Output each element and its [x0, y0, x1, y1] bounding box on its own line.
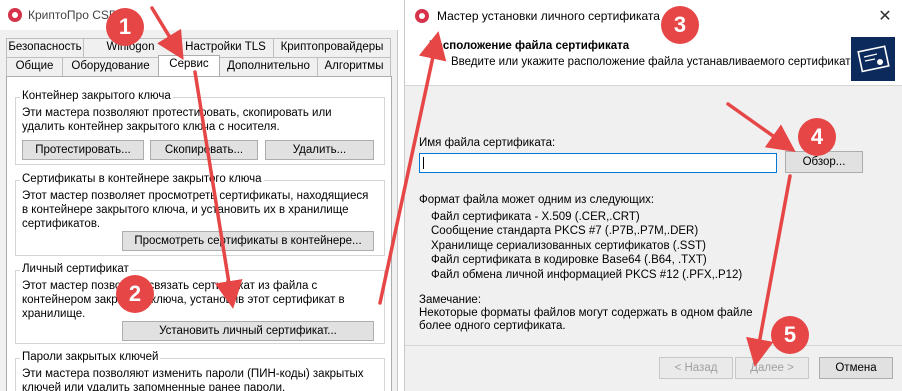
- format-item: Файл сертификата в кодировке Base64 (.B6…: [431, 254, 707, 266]
- close-icon[interactable]: ✕: [875, 6, 895, 26]
- group-title: Сертификаты в контейнере закрытого ключа: [20, 173, 264, 185]
- format-item: Хранилище сериализованных сертификатов (…: [431, 240, 706, 252]
- group-title: Пароли закрытых ключей: [20, 351, 161, 363]
- back-button[interactable]: < Назад: [659, 357, 733, 379]
- tab-row-2: Общие Оборудование Сервис Дополнительно …: [6, 55, 391, 76]
- group-title: Контейнер закрытого ключа: [20, 90, 173, 102]
- footer-divider: [405, 345, 902, 346]
- format-item: Сообщение стандарта PKCS #7 (.P7B,.P7M,.…: [431, 225, 699, 237]
- certificate-logo-icon: [851, 37, 895, 81]
- description-line: в контейнере закрытого ключа, и установи…: [22, 204, 349, 216]
- description-line: хранилище.: [22, 308, 86, 320]
- formats-label: Формат файла может одним из следующих:: [419, 194, 655, 206]
- cancel-button[interactable]: Отмена: [819, 357, 893, 379]
- text-caret: [423, 157, 424, 169]
- group-key-passwords: Пароли закрытых ключей Эти мастера позво…: [15, 351, 385, 391]
- delete-container-button[interactable]: Удалить...: [265, 140, 374, 160]
- format-item: Файл обмена личной информацией PKCS #12 …: [431, 269, 743, 281]
- description-line: Эти мастера позволяют протестировать, ск…: [22, 107, 332, 119]
- description-line: Эти мастера позволяют изменить пароли (П…: [22, 368, 364, 380]
- wizard-title: Мастер установки личного сертификата: [437, 9, 660, 23]
- step-marker-5: 5: [771, 316, 809, 354]
- filename-label: Имя файла сертификата:: [419, 137, 556, 149]
- group-description: Эти мастера позволяют протестировать, ск…: [22, 106, 332, 134]
- description-line: ключей или удалить запомненные ранее пар…: [22, 382, 286, 391]
- cryptopro-app-icon: [8, 8, 22, 22]
- wizard-titlebar: Мастер установки личного сертификата ✕: [405, 0, 902, 32]
- description-line: Этот мастер позволяет просмотреть сертиф…: [22, 190, 369, 202]
- step-marker-2: 2: [116, 275, 154, 313]
- tab-advanced[interactable]: Дополнительно: [219, 57, 318, 76]
- description-line: Этот мастер позволяет связать сертификат…: [22, 280, 318, 292]
- group-description: Эти мастера позволяют изменить пароли (П…: [22, 367, 364, 391]
- wizard-header: Расположение файла сертификата Введите и…: [405, 32, 902, 86]
- next-button[interactable]: Далее >: [735, 357, 809, 379]
- tab-security[interactable]: Безопасность: [6, 38, 84, 57]
- cryptopro-csp-window: КриптоПро CSP Безопасность Winlogon Наст…: [0, 0, 398, 391]
- certificate-install-wizard: Мастер установки личного сертификата ✕ Р…: [404, 0, 902, 391]
- tab-service[interactable]: Сервис: [158, 55, 220, 76]
- test-container-button[interactable]: Протестировать...: [22, 140, 144, 160]
- note-label: Замечание:: [419, 294, 482, 306]
- tab-crypto-providers[interactable]: Криптопровайдеры: [273, 38, 391, 57]
- left-window-title: КриптоПро CSP: [28, 8, 117, 22]
- group-container-certificates: Сертификаты в контейнере закрытого ключа…: [15, 173, 385, 256]
- service-tab-panel: Контейнер закрытого ключа Эти мастера по…: [6, 76, 392, 391]
- description-line: сертификатов.: [22, 218, 101, 230]
- note-text-line: более одного сертификата.: [419, 320, 566, 332]
- group-title: Личный сертификат: [20, 263, 131, 275]
- step-marker-3: 3: [661, 6, 699, 44]
- step-marker-4: 4: [798, 118, 836, 156]
- view-container-certificates-button[interactable]: Просмотреть сертификаты в контейнере...: [122, 231, 374, 251]
- step-marker-1: 1: [106, 8, 144, 46]
- wizard-step-subtitle: Введите или укажите расположение файла у…: [451, 56, 857, 68]
- install-personal-certificate-button[interactable]: Установить личный сертификат...: [122, 321, 374, 341]
- format-item: Файл сертификата - X.509 (.CER,.CRT): [431, 211, 640, 223]
- left-titlebar: КриптоПро CSP: [0, 0, 398, 30]
- group-description: Этот мастер позволяет связать сертификат…: [22, 279, 345, 321]
- group-description: Этот мастер позволяет просмотреть сертиф…: [22, 189, 368, 231]
- description-line: удалить контейнер закрытого ключа с носи…: [22, 121, 280, 133]
- copy-container-button[interactable]: Скопировать...: [150, 140, 258, 160]
- group-personal-certificate: Личный сертификат Этот мастер позволяет …: [15, 263, 385, 344]
- certificate-filename-input[interactable]: [419, 153, 777, 173]
- group-key-container: Контейнер закрытого ключа Эти мастера по…: [15, 90, 385, 165]
- tab-hardware[interactable]: Оборудование: [62, 57, 159, 76]
- description-line: контейнером закрытого ключа, установив э…: [22, 294, 345, 306]
- wizard-step-title: Расположение файла сертификата: [429, 40, 630, 52]
- tab-algorithms[interactable]: Алгоритмы: [317, 57, 391, 76]
- note-text-line: Некоторые форматы файлов могут содержать…: [419, 307, 753, 319]
- cryptopro-app-icon: [415, 9, 429, 23]
- tab-general[interactable]: Общие: [6, 57, 63, 76]
